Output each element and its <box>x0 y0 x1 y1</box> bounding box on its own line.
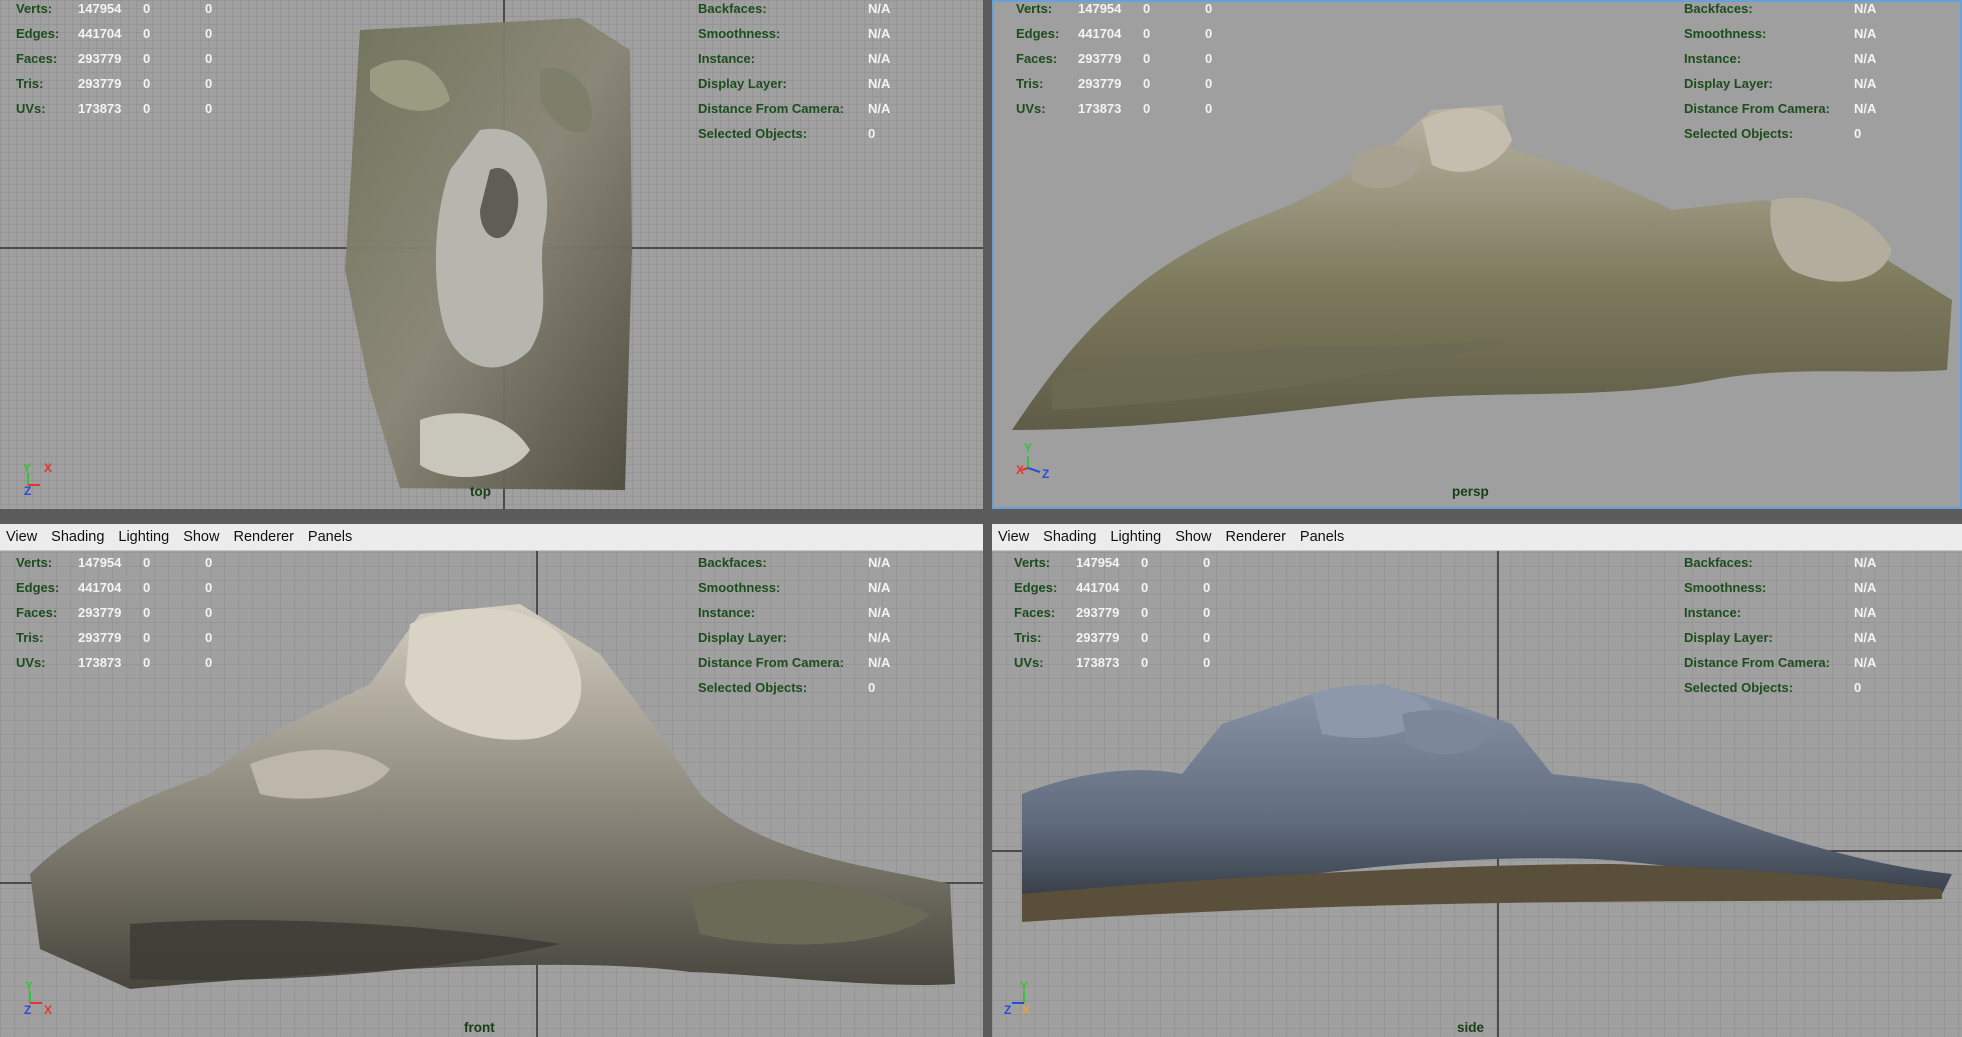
hud-poly-count: Verts: 147954 0 0 Edges: 441704 0 0 Faces: 2937… <box>16 1 213 116</box>
rock-mesh[interactable] <box>340 10 640 500</box>
viewport-top[interactable]: Verts: 147954 0 0 Edges: 441704 0 0 Faces: 2937… <box>0 0 983 509</box>
svg-text:X: X <box>1022 1003 1030 1017</box>
viewport-divider-vertical[interactable] <box>983 0 992 1037</box>
hud-object-details: Backfaces: N/A Smoothness: N/A Instance: N/… <box>698 1 891 141</box>
viewport-menubar: View Shading Lighting Show Renderer Pane… <box>992 524 1962 551</box>
svg-text:Z: Z <box>24 484 31 495</box>
viewport-front[interactable]: View Shading Lighting Show Renderer Pane… <box>0 524 983 1037</box>
svg-text:Y: Y <box>1024 441 1032 455</box>
axis-gizmo-icon: Y X Z <box>23 461 52 495</box>
camera-label: front <box>464 1020 495 1035</box>
axis-gizmo-icon: Y Z X <box>24 979 52 1017</box>
menu-lighting[interactable]: Lighting <box>1103 524 1168 550</box>
svg-text:X: X <box>1016 463 1024 477</box>
svg-text:Y: Y <box>23 461 31 475</box>
axis-gizmo-icon: Y X Z <box>1016 441 1049 480</box>
rock-mesh[interactable] <box>992 100 1962 440</box>
menu-view[interactable]: View <box>992 524 1036 550</box>
hud-object-details: Backfaces: N/A Smoothness: N/A Instance: N/… <box>1684 555 1877 695</box>
svg-text:X: X <box>44 461 52 475</box>
svg-text:Z: Z <box>1042 467 1049 480</box>
menu-show[interactable]: Show <box>1168 524 1218 550</box>
menu-shading[interactable]: Shading <box>1036 524 1103 550</box>
svg-text:Y: Y <box>25 979 33 993</box>
rock-mesh[interactable] <box>992 664 1962 954</box>
menu-shading[interactable]: Shading <box>44 524 111 550</box>
viewport-divider-horizontal[interactable] <box>0 509 1962 524</box>
camera-label: persp <box>1452 484 1489 499</box>
hud-poly-count: Verts: 147954 0 0 Edges: 441704 0 0 Faces: 2937… <box>1014 555 1211 670</box>
hud-object-details: Backfaces: N/A Smoothness: N/A Instance: N/… <box>1684 1 1877 141</box>
menu-show[interactable]: Show <box>176 524 226 550</box>
viewport-side[interactable]: View Shading Lighting Show Renderer Pane… <box>992 524 1962 1037</box>
camera-label: top <box>470 484 491 499</box>
viewport-persp[interactable]: Verts: 147954 0 0 Edges: 441704 0 0 Faces: 2937… <box>992 0 1962 509</box>
menu-renderer[interactable]: Renderer <box>226 524 300 550</box>
hud-poly-count: Verts: 147954 0 0 Edges: 441704 0 0 Faces: 2937… <box>16 555 213 670</box>
menu-renderer[interactable]: Renderer <box>1218 524 1292 550</box>
camera-label: side <box>1457 1020 1485 1035</box>
menu-panels[interactable]: Panels <box>301 524 359 550</box>
hud-poly-count: Verts: 147954 0 0 Edges: 441704 0 0 Faces: 2937… <box>1016 1 1213 116</box>
hud-object-details: Backfaces: N/A Smoothness: N/A Instance: N/… <box>698 555 891 695</box>
axis-gizmo-icon: Y Z X <box>1004 979 1030 1017</box>
svg-text:Z: Z <box>1004 1003 1011 1017</box>
viewport-menubar: View Shading Lighting Show Renderer Pane… <box>0 524 983 551</box>
svg-text:Y: Y <box>1020 979 1028 993</box>
svg-text:X: X <box>44 1003 52 1017</box>
menu-lighting[interactable]: Lighting <box>111 524 176 550</box>
svg-text:Z: Z <box>24 1003 31 1017</box>
menu-panels[interactable]: Panels <box>1293 524 1351 550</box>
menu-view[interactable]: View <box>0 524 44 550</box>
